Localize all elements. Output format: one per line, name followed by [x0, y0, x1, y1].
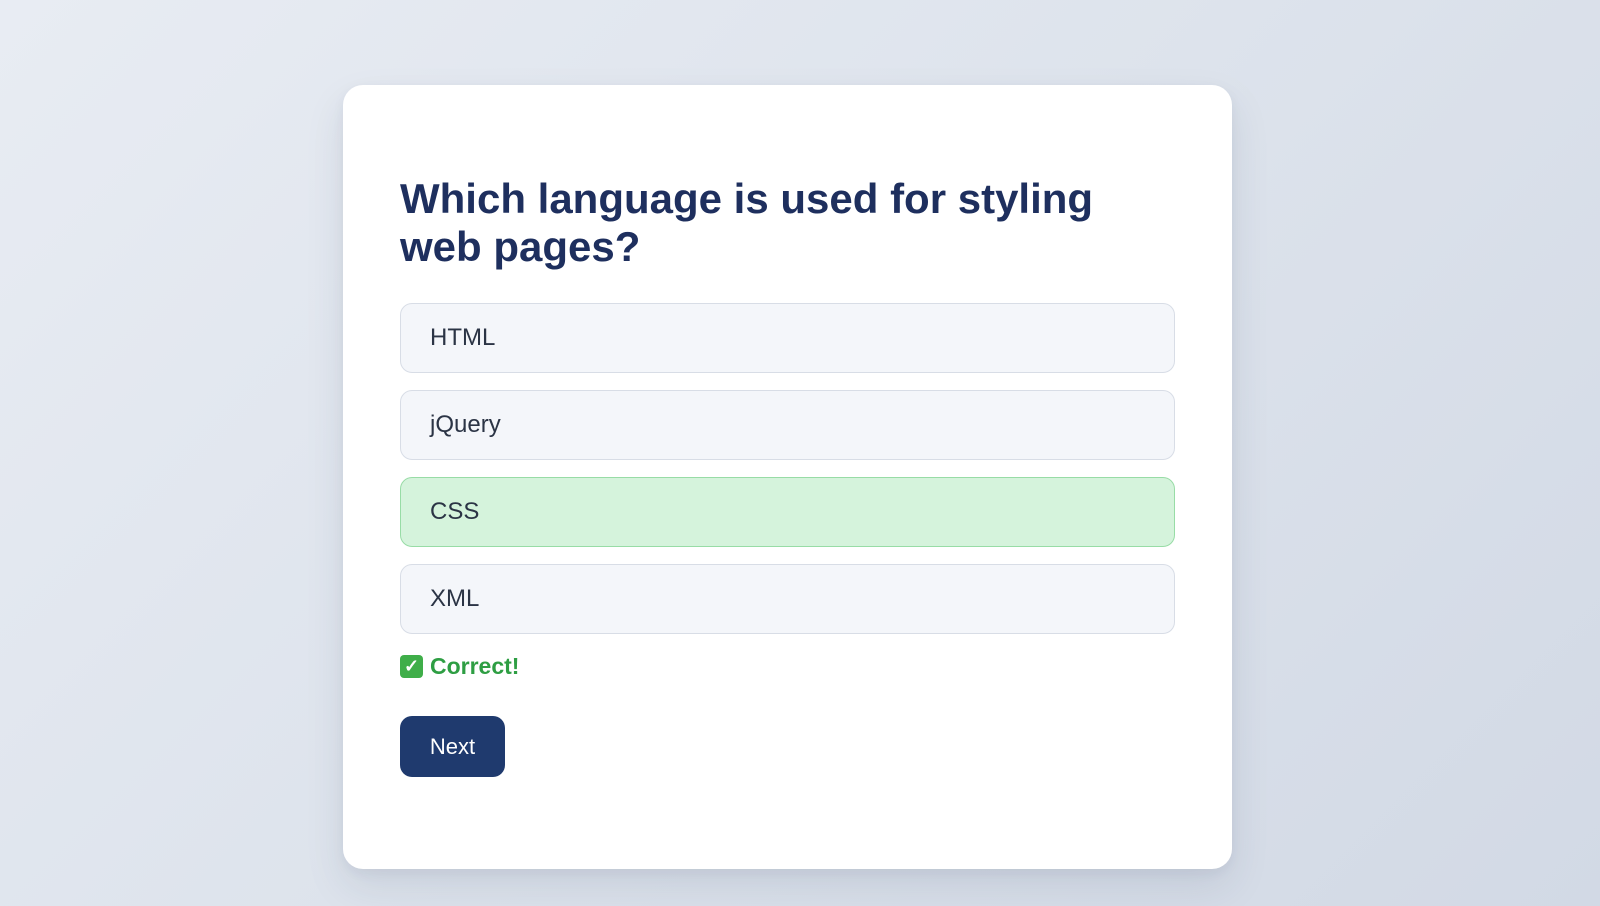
answer-option-xml[interactable]: XML [400, 564, 1175, 634]
question-title: Which language is used for styling web p… [400, 175, 1094, 270]
feedback-message: ✓ Correct! [400, 653, 1175, 680]
answer-option-html[interactable]: HTML [400, 303, 1175, 373]
answer-option-css[interactable]: CSS [400, 477, 1175, 547]
next-button[interactable]: Next [400, 716, 505, 777]
check-mark-icon: ✓ [400, 655, 423, 678]
answer-options: HTML jQuery CSS XML [400, 303, 1175, 634]
quiz-card: Which language is used for styling web p… [343, 85, 1232, 869]
feedback-text: Correct! [430, 653, 520, 679]
answer-option-jquery[interactable]: jQuery [400, 390, 1175, 460]
